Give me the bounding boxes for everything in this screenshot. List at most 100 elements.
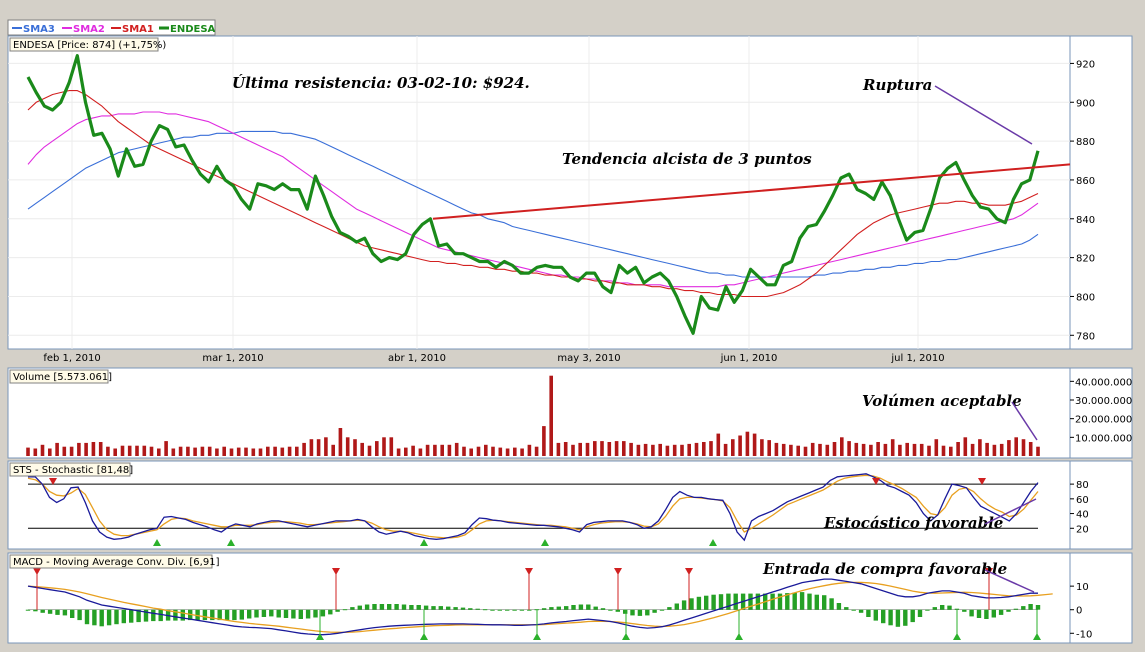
macd-histogram-bar — [910, 609, 915, 623]
volume-bar — [425, 444, 430, 456]
macd-histogram-bar — [438, 606, 443, 610]
macd-histogram-bar — [917, 609, 923, 617]
macd-histogram-bar — [254, 609, 259, 618]
volume-bar — [563, 442, 568, 456]
volume-bar — [353, 439, 357, 456]
volume-bar — [251, 448, 256, 456]
volume-bar — [193, 447, 197, 456]
volume-bar — [273, 446, 277, 456]
volume-bar — [360, 442, 364, 456]
volume-bar — [723, 443, 728, 456]
annotation-stoch: Estocástico favorable — [823, 514, 1003, 532]
macd-histogram-bar — [858, 609, 864, 613]
chart-window: { "legend": [ {"label":"SMA3","color":"#… — [0, 0, 1145, 652]
volume-bar — [672, 444, 677, 456]
volume-bar — [149, 446, 154, 456]
volume-bar — [731, 439, 735, 456]
macd-histogram-bar — [99, 609, 104, 627]
volume-bar — [876, 442, 880, 456]
volume-bar — [978, 439, 982, 456]
macd-histogram-bar — [497, 609, 502, 611]
macd-histogram-bar — [1006, 609, 1011, 612]
volume-bar — [898, 444, 902, 456]
macd-histogram-bar — [224, 609, 230, 621]
macd-histogram-bar — [446, 606, 451, 610]
macd-histogram-bar — [291, 609, 296, 619]
price-y-tick-label: 900 — [1076, 98, 1095, 109]
price-y-tick-label: 800 — [1076, 292, 1095, 303]
price-x-tick-label: jun 1, 2010 — [720, 353, 778, 364]
macd-histogram-bar — [106, 609, 112, 626]
macd-histogram-bar — [379, 604, 385, 610]
volume-bar — [796, 445, 800, 456]
macd-histogram-bar — [512, 609, 517, 611]
volume-tag: Volume [5.573.061] — [13, 372, 112, 383]
volume-bar — [890, 439, 895, 456]
volume-bar — [702, 442, 706, 456]
volume-bar — [106, 446, 110, 456]
volume-bar — [694, 442, 699, 456]
macd-histogram-bar — [652, 609, 657, 613]
macd-histogram-bar — [232, 609, 237, 621]
macd-histogram-bar — [792, 592, 797, 610]
volume-bar — [367, 445, 372, 456]
volume-bar — [186, 446, 190, 456]
macd-histogram-bar — [541, 608, 547, 610]
volume-bar — [280, 447, 285, 456]
price-x-tick-label: feb 1, 2010 — [43, 353, 100, 364]
volume-bar — [1021, 439, 1026, 456]
volume-bar — [338, 428, 343, 456]
macd-histogram-bar — [681, 600, 687, 610]
volume-bar — [302, 442, 306, 456]
volume-y-tick-label: 30.000.000 — [1075, 396, 1132, 407]
macd-histogram-bar — [121, 609, 126, 624]
volume-bar — [222, 446, 226, 456]
macd-histogram-bar — [490, 609, 495, 611]
volume-bar — [48, 448, 52, 456]
volume-bar — [1036, 446, 1040, 456]
volume-bar — [287, 446, 292, 456]
volume-bar — [658, 443, 662, 456]
macd-histogram-bar — [468, 608, 473, 610]
macd-histogram-bar — [55, 609, 60, 615]
macd-histogram-bar — [1013, 608, 1019, 610]
volume-bar — [578, 442, 582, 456]
volume-bar — [171, 448, 176, 456]
volume-bar — [520, 448, 524, 456]
macd-histogram-bar — [873, 609, 878, 621]
volume-bar — [454, 442, 459, 456]
macd-y-tick-label: 10 — [1076, 582, 1089, 593]
macd-histogram-bar — [394, 604, 399, 610]
macd-histogram-bar — [423, 605, 429, 610]
price-y-tick-label: 860 — [1076, 176, 1095, 187]
volume-bar — [665, 445, 670, 456]
macd-histogram-bar — [387, 604, 392, 610]
macd-histogram-bar — [564, 606, 569, 610]
price-x-tick-label: jul 1, 2010 — [890, 353, 944, 364]
volume-bar — [687, 443, 691, 456]
volume-bar — [825, 444, 830, 456]
volume-bar — [985, 442, 989, 456]
stoch-y-tick-label: 60 — [1076, 495, 1089, 506]
macd-histogram-bar — [866, 609, 871, 617]
macd-histogram-bar — [409, 605, 414, 610]
volume-bar — [614, 441, 619, 456]
volume-bar — [607, 442, 612, 456]
volume-bar — [258, 448, 263, 456]
volume-bar — [135, 445, 139, 456]
macd-histogram-bar — [70, 609, 75, 618]
volume-bar — [818, 443, 822, 456]
volume-bar — [861, 443, 866, 456]
macd-histogram-bar — [947, 605, 952, 610]
volume-bar — [622, 441, 626, 456]
macd-histogram-bar — [247, 609, 252, 619]
volume-bar — [178, 446, 183, 456]
volume-bar — [498, 447, 503, 456]
volume-bar — [600, 441, 604, 456]
macd-histogram-bar — [829, 598, 834, 610]
macd-histogram-bar — [851, 609, 856, 611]
volume-bar — [309, 439, 314, 456]
volume-bar — [462, 446, 466, 456]
volume-bar — [157, 448, 161, 456]
macd-histogram-bar — [578, 604, 584, 610]
